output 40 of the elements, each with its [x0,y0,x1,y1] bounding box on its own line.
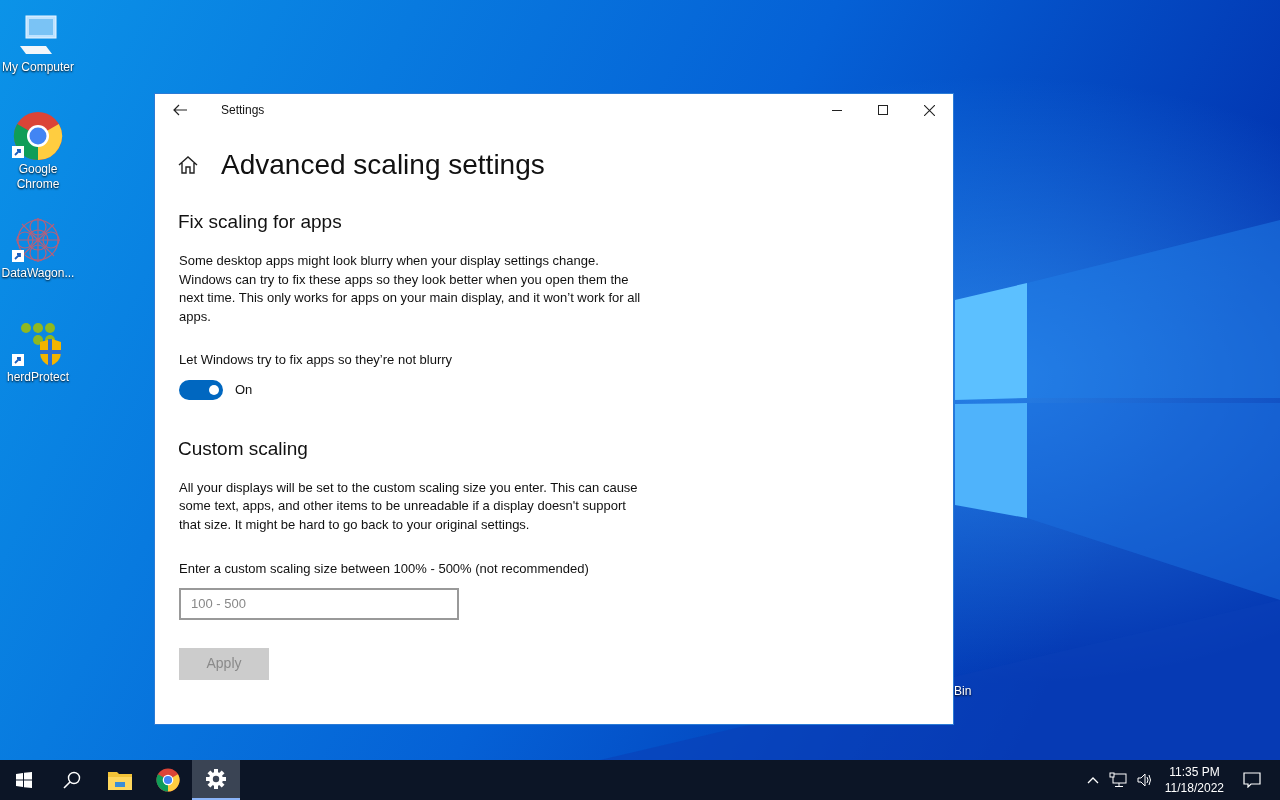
input-field[interactable]: 100 - 500 [179,587,459,620]
section-heading: Custom scaling [178,436,309,461]
chrome-icon [156,768,180,792]
field-label: Enter a custom scaling size between 100% - 500% (not recommended) [179,560,590,578]
icon-label: My Computer [1,60,75,75]
search-icon [63,771,81,789]
desktop-icon[interactable]: Google Chrome [0,110,76,192]
toggle-state-label: On [235,380,253,399]
close-icon [923,104,935,116]
icon-label: Google Chrome [15,162,61,192]
clock-date: 11/18/2022 [1164,780,1224,796]
page-title: Advanced scaling settings [221,148,545,182]
snowflake-icon [13,215,63,265]
desktop-icon[interactable]: My Computer [0,8,76,75]
network-icon[interactable] [1108,772,1127,788]
section-heading: Fix scaling for apps [178,210,343,234]
clock[interactable]: 11:35 PM 11/18/2022 [1164,764,1224,796]
back-icon[interactable] [173,104,187,116]
icon-label: herdProtect [5,370,70,385]
desktop-icon[interactable]: DataWagon... [0,214,76,281]
icon-label: Bin [954,683,972,700]
gear-icon [206,769,226,789]
description-text: Some desktop apps might look blurry when your display settings change. Windows can try to fix these apps so they look better when you open them the next time. This only works for apps on your main display, and it won’t work for all apps. [179,252,642,326]
speech-bubble-icon [1243,772,1261,788]
setting-label: Let Windows try to fix apps so they’re not blurry [179,351,454,369]
minimize-icon [832,109,842,111]
speaker-icon[interactable] [1136,773,1153,787]
maximize-icon [878,105,888,115]
taskbar-app-button[interactable] [192,760,240,800]
home-icon[interactable] [178,156,198,174]
clock-time: 11:35 PM [1169,764,1220,780]
chrome-icon [13,111,63,161]
desktop-icon[interactable]: herdProtect [0,318,76,385]
window-title: Settings [221,102,265,119]
windows-start-icon [16,772,32,788]
folder-icon [108,770,132,790]
chevron-up-icon[interactable] [1086,776,1099,784]
icon-label: DataWagon... [0,266,76,281]
description-text: All your displays will be set to the custom scaling size you enter. This can cause some text, apps, and other items to be unreadable if a display doesn't support that size. It might be hard to go back to your original settings. [179,478,639,534]
toggle-switch[interactable] [179,379,223,400]
